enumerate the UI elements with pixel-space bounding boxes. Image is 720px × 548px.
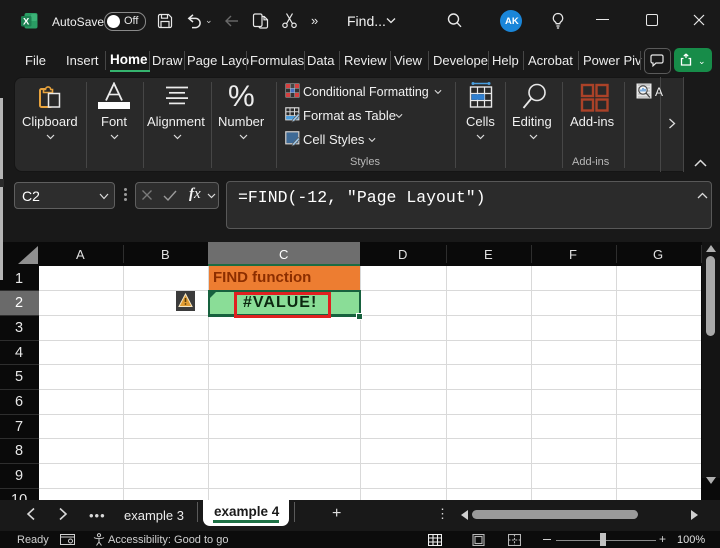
svg-text:X: X (23, 16, 30, 27)
